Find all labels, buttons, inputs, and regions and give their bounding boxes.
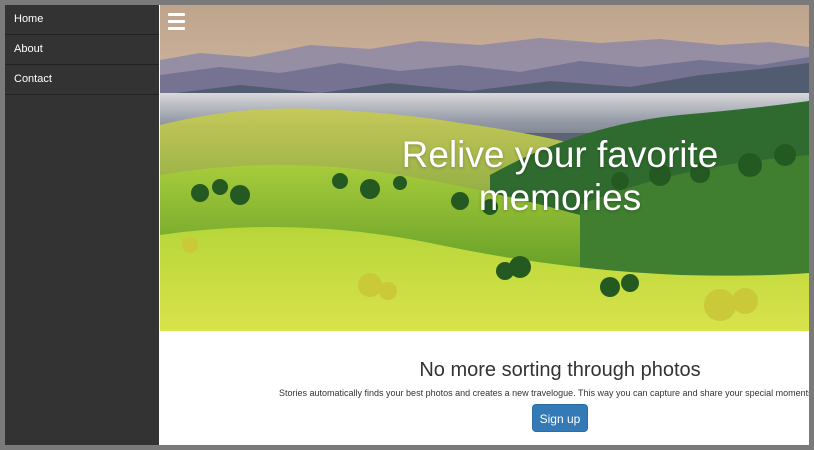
sidebar-item-contact[interactable]: Contact [5,65,159,95]
section-heading: No more sorting through photos [419,359,701,381]
hero-title: Relive your favorite memories [401,134,719,218]
sidebar: Home About Contact [5,5,159,445]
section-description: Stories automatically finds your best ph… [279,388,809,398]
sidebar-item-home[interactable]: Home [5,5,159,35]
hamburger-menu-icon[interactable] [168,13,186,30]
main-content: Relive your favorite memories No more so… [160,5,809,445]
sidebar-item-about[interactable]: About [5,35,159,65]
sign-up-button[interactable]: Sign up [532,404,588,432]
hero-banner: Relive your favorite memories [160,5,809,331]
app-window: Home About Contact Relive your favorite … [5,5,809,445]
